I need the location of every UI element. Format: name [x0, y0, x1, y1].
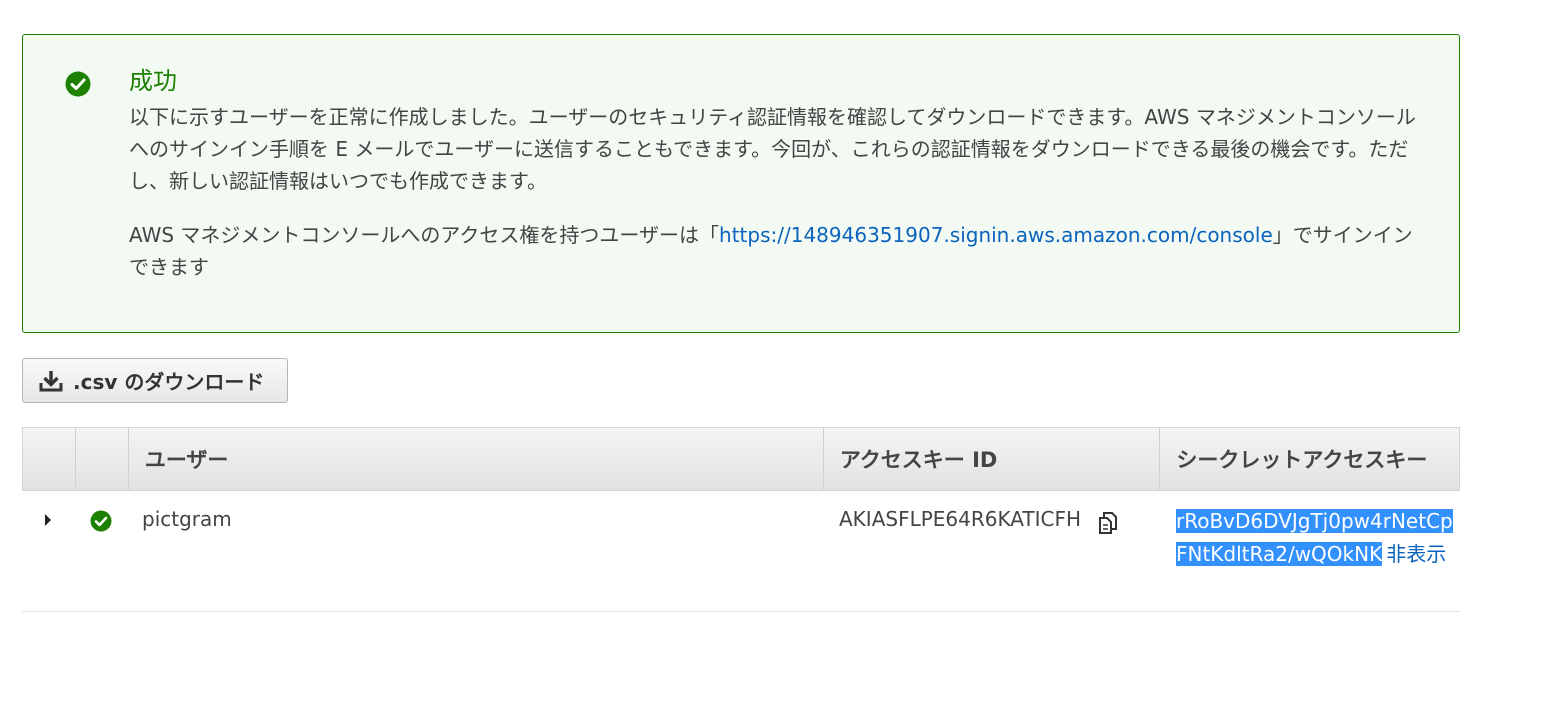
success-alert: 成功 以下に示すユーザーを正常に作成しました。ユーザーのセキュリティ認証情報を確…: [22, 34, 1460, 333]
header-access-key-id[interactable]: アクセスキー ID: [822, 428, 1160, 490]
signin-prefix: AWS マネジメントコンソールへのアクセス権を持つユーザーは「: [129, 223, 720, 247]
caret-right-icon: [45, 514, 51, 526]
download-icon: [39, 370, 63, 391]
alert-message: 以下に示すユーザーを正常に作成しました。ユーザーのセキュリティ認証情報を確認して…: [129, 105, 1416, 193]
console-signin-link[interactable]: https://148946351907.signin.aws.amazon.c…: [719, 223, 1273, 247]
table-header: ユーザー アクセスキー ID シークレットアクセスキー: [22, 427, 1460, 491]
row-access-key-id: AKIASFLPE64R6KATICFH: [839, 507, 1082, 531]
copy-icon[interactable]: [1095, 509, 1121, 535]
alert-body: 以下に示すユーザーを正常に作成しました。ユーザーのセキュリティ認証情報を確認して…: [129, 101, 1425, 283]
row-status: [74, 491, 127, 611]
check-circle-icon: [90, 510, 111, 532]
hide-secret-link[interactable]: 非表示: [1386, 542, 1446, 566]
row-secret-key-cell: rRoBvD6DVJgTj0pw4rNetCpFNtKdltRa2/wQOkNK…: [1160, 491, 1460, 611]
header-status-column: [74, 428, 128, 490]
row-access-key-cell: AKIASFLPE64R6KATICFH: [823, 491, 1160, 611]
download-csv-button[interactable]: .csv のダウンロード: [22, 358, 288, 403]
row-user-name: pictgram: [142, 507, 232, 531]
header-expand-column: [23, 428, 75, 490]
header-secret-access-key[interactable]: シークレットアクセスキー: [1159, 428, 1459, 490]
download-csv-label: .csv のダウンロード: [73, 370, 265, 394]
alert-title: 成功: [129, 67, 177, 95]
alert-signin-text: AWS マネジメントコンソールへのアクセス権を持つユーザーは「https://1…: [129, 219, 1425, 283]
table-row: pictgram AKIASFLPE64R6KATICFH rRoBvD6DVJ…: [22, 491, 1460, 612]
row-expand-toggle[interactable]: [22, 491, 74, 611]
header-user[interactable]: ユーザー: [127, 428, 823, 490]
check-circle-icon: [65, 71, 91, 97]
page: 成功 以下に示すユーザーを正常に作成しました。ユーザーのセキュリティ認証情報を確…: [0, 0, 1556, 703]
credentials-table: ユーザー アクセスキー ID シークレットアクセスキー pictgram AKI…: [22, 427, 1460, 612]
